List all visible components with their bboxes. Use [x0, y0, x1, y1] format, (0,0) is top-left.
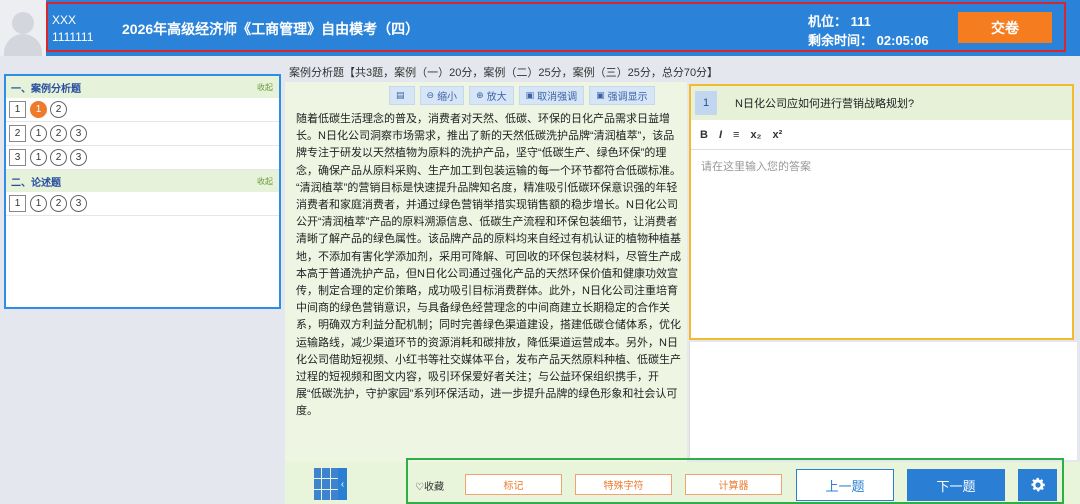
cancel-highlight-icon: ▣ [525, 90, 535, 100]
zoom-in-label: 放大 [486, 92, 507, 103]
editor-toolbar: B I ≡ x₂ x² [691, 120, 1072, 150]
question-button[interactable]: 1 [30, 149, 47, 166]
avatar [0, 0, 46, 56]
highlight-button[interactable]: ▣ 强调显示 [589, 86, 655, 105]
passage-toolbar: ▤ ⊖ 缩小 ⊕ 放大 ▣ 取消强调 ▣ 强调显示 [389, 86, 655, 105]
case-row: 1 1 2 [6, 98, 279, 122]
question-button[interactable]: 3 [70, 149, 87, 166]
section-title: 一、案例分析题 [11, 83, 81, 95]
section-title: 二、论述题 [11, 177, 61, 189]
minus-icon: ⊖ [426, 90, 435, 100]
zoom-out-button[interactable]: ⊖ 缩小 [419, 86, 465, 105]
chevron-left-icon[interactable]: ‹ [338, 468, 347, 500]
next-question-button[interactable]: 下一题 [907, 469, 1005, 501]
italic-button[interactable]: I [719, 129, 722, 141]
exam-title: 2026年高级经济师《工商管理》自由模考（四） [122, 21, 420, 37]
question-navigator: 一、案例分析题 收起 1 1 2 2 1 2 3 3 1 2 3 二、论述题 收… [4, 74, 281, 309]
section-header: 二、论述题 收起 [6, 170, 279, 192]
cancel-highlight-button[interactable]: ▣ 取消强调 [518, 86, 585, 105]
question-button[interactable]: 3 [70, 195, 87, 212]
case-number: 2 [9, 125, 26, 142]
header-bar: XXX 1111111 2026年高级经济师《工商管理》自由模考（四） 机位： … [46, 0, 1080, 56]
subscript-button[interactable]: x₂ [750, 129, 761, 141]
case-row: 1 1 2 3 [6, 192, 279, 216]
passage-paragraph: “清润植萃”的营销目标是快速提升品牌知名度，精准吸引低碳环保意识强的年轻消费者和… [296, 181, 681, 418]
answer-input[interactable]: 请在这里输入您的答案 [691, 150, 1072, 182]
superscript-button[interactable]: x² [772, 129, 782, 141]
question-button[interactable]: 1 [30, 101, 47, 118]
question-button[interactable]: 2 [50, 125, 67, 142]
answer-pane-lower [689, 342, 1077, 460]
gear-icon [1030, 477, 1045, 492]
question-number: 1 [695, 91, 717, 115]
layout-toggle-button[interactable]: ▤ [389, 86, 415, 105]
answer-pane: 1 N日化公司应如何进行营销战略规划? B I ≡ x₂ x² 请在这里输入您的… [689, 84, 1074, 340]
case-row: 2 1 2 3 [6, 122, 279, 146]
case-row: 3 1 2 3 [6, 146, 279, 170]
section-header: 一、案例分析题 收起 [6, 76, 279, 98]
seat-number: 机位： 111 [808, 14, 871, 29]
bold-button[interactable]: B [700, 129, 708, 141]
section-info: 案例分析题【共3题，案例（一）20分，案例（二）25分，案例（三）25分，总分7… [289, 67, 719, 79]
collapse-button[interactable]: 收起 [257, 82, 273, 93]
favorite-button[interactable]: ♡收藏 [415, 478, 444, 493]
cancel-highlight-label: 取消强调 [537, 92, 578, 103]
zoom-in-button[interactable]: ⊕ 放大 [469, 86, 514, 105]
user-id: 1111111 [52, 30, 94, 44]
user-name: XXX [52, 13, 77, 27]
plus-icon: ⊕ [476, 90, 484, 100]
remaining-time: 剩余时间： 02:05:06 [808, 33, 929, 48]
passage-paragraph: 随着低碳生活理念的普及，消费者对天然、低碳、环保的日化产品需求日益增长。N日化公… [296, 113, 681, 177]
collapse-button[interactable]: 收起 [257, 176, 273, 187]
submit-button[interactable]: 交卷 [958, 12, 1052, 43]
special-char-button[interactable]: 特殊字符 [575, 474, 672, 495]
question-button[interactable]: 3 [70, 125, 87, 142]
question-button[interactable]: 2 [50, 101, 67, 118]
case-number: 1 [9, 101, 26, 118]
question-button[interactable]: 2 [50, 149, 67, 166]
question-button[interactable]: 1 [30, 195, 47, 212]
highlight-icon: ▣ [596, 90, 605, 100]
question-button[interactable]: 2 [50, 195, 67, 212]
align-button[interactable]: ≡ [733, 129, 739, 141]
case-number: 3 [9, 149, 26, 166]
passage-pane: ▤ ⊖ 缩小 ⊕ 放大 ▣ 取消强调 ▣ 强调显示 随着低碳生活理念的普及，消费… [285, 82, 687, 462]
case-passage: 随着低碳生活理念的普及，消费者对天然、低碳、环保的日化产品需求日益增长。N日化公… [296, 111, 682, 421]
highlight-label: 强调显示 [607, 92, 648, 103]
layout-icon: ▤ [396, 90, 405, 100]
calculator-button[interactable]: 计算器 [685, 474, 782, 495]
grid-icon[interactable] [314, 468, 338, 500]
zoom-out-label: 缩小 [437, 92, 458, 103]
mark-button[interactable]: 标记 [465, 474, 562, 495]
heart-icon: ♡ [415, 482, 424, 493]
question-text: N日化公司应如何进行营销战略规划? [735, 98, 915, 110]
favorite-label: 收藏 [423, 482, 444, 493]
settings-button[interactable] [1018, 469, 1057, 501]
prev-question-button[interactable]: 上一题 [796, 469, 894, 501]
case-number: 1 [9, 195, 26, 212]
question-button[interactable]: 1 [30, 125, 47, 142]
question-header: 1 N日化公司应如何进行营销战略规划? [691, 86, 1072, 120]
